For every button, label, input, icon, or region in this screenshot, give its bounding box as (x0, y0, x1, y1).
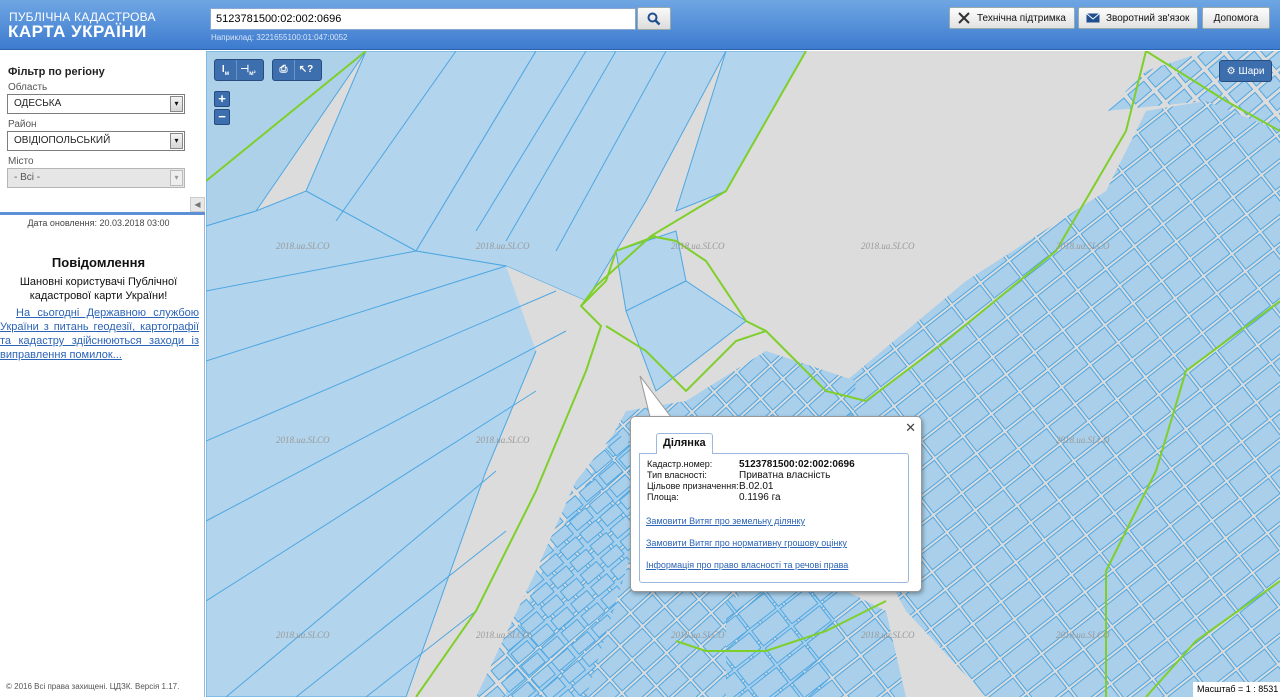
info-key: Кадастр.номер: (647, 459, 713, 469)
filter-title: Фільтр по регіону (8, 66, 105, 78)
tools-icon (958, 12, 970, 24)
search-icon (647, 12, 661, 25)
gear-icon: ⚙ (1226, 65, 1236, 77)
pointer-help-icon[interactable]: ↖? (295, 60, 317, 80)
region-value: ОДЕСЬКА (14, 98, 62, 109)
city-value: - Всі - (14, 172, 41, 183)
svg-text:2018.ua.SLCO: 2018.ua.SLCO (476, 435, 530, 445)
notice-text: Шановні користувачі Публічної кадастрово… (19, 276, 178, 302)
info-value: 5123781500:02:002:0696 (739, 459, 855, 470)
info-row-purpose: Цільове призначення:В.02.01 (647, 481, 773, 492)
copyright: © 2016 Всі права захищені. ЦДЗК. Версія … (6, 682, 180, 691)
svg-text:2018.ua.SLCO: 2018.ua.SLCO (671, 241, 725, 251)
header-bar: ПУБЛІЧНА КАДАСТРОВА КАРТА УКРАЇНИ Наприк… (0, 0, 1280, 50)
info-row-area: Площа: 0.1196 га (647, 492, 781, 503)
zoom-out-button[interactable]: − (214, 109, 230, 125)
parcel-info-popup: ✕ Ділянка Кадастр.номер: 5123781500:02:00… (630, 416, 922, 592)
svg-text:2018.ua.SLCO: 2018.ua.SLCO (861, 241, 915, 251)
zoom-in-button[interactable]: + (214, 91, 230, 107)
svg-text:2018.ua.SLCO: 2018.ua.SLCO (1056, 630, 1110, 640)
cadastral-map[interactable]: 2018.ua.SLCO 2018.ua.SLCO 2018.ua.SLCO 2… (206, 51, 1280, 697)
info-value: В.02.01 (739, 481, 774, 492)
svg-text:2018.ua.SLCO: 2018.ua.SLCO (276, 435, 330, 445)
envelope-icon (1086, 13, 1100, 23)
update-date: Дата оновлення: 20.03.2018 03:00 (27, 218, 170, 228)
chevron-down-icon: ▾ (170, 170, 183, 186)
ownership-info-link[interactable]: Інформація про право власності та речові… (646, 560, 848, 570)
svg-text:2018.ua.SLCO: 2018.ua.SLCO (1056, 241, 1110, 251)
measure-area-icon[interactable]: ⊣м² (237, 60, 259, 80)
district-label: Район (8, 119, 37, 130)
measure-length-icon[interactable]: Iм (215, 60, 237, 80)
layers-button[interactable]: ⚙ Шари (1219, 60, 1272, 82)
logo-line2: КАРТА УКРАЇНИ (8, 22, 147, 41)
svg-text:2018.ua.SLCO: 2018.ua.SLCO (1056, 435, 1110, 445)
region-filter-panel: Фільтр по регіону Область ОДЕСЬКА ▾ Райо… (0, 51, 205, 215)
collapse-sidebar-button[interactable]: ◀ (190, 197, 205, 212)
info-key: Тип власності: (647, 470, 707, 480)
search-button[interactable] (637, 7, 671, 30)
info-key: Цільове призначення: (647, 481, 739, 491)
info-row-cadastral: Кадастр.номер: 5123781500:02:002:0696 (647, 459, 855, 470)
cadastral-search-input[interactable] (210, 8, 636, 30)
info-value: 0.1196 га (739, 492, 781, 503)
help-label: Допомога (1213, 12, 1259, 24)
city-label: Місто (8, 156, 34, 167)
district-select[interactable]: ОВІДІОПОЛЬСЬКИЙ ▾ (7, 131, 185, 151)
order-extract-link[interactable]: Замовити Витяг про земельну ділянку (646, 516, 805, 526)
chevron-down-icon: ▾ (170, 96, 183, 112)
chevron-left-icon: ◀ (194, 200, 201, 209)
feedback-label: Зворотний зв'язок (1106, 12, 1190, 24)
info-row-ownership: Тип власності: Приватна власність (647, 470, 830, 481)
order-valuation-link[interactable]: Замовити Витяг про нормативну грошову оц… (646, 538, 847, 548)
svg-text:2018.ua.SLCO: 2018.ua.SLCO (476, 241, 530, 251)
info-value: Приватна власність (739, 470, 831, 481)
print-icon[interactable]: ⎙ (273, 60, 295, 80)
district-value: ОВІДІОПОЛЬСЬКИЙ (14, 135, 111, 146)
region-label: Область (8, 82, 48, 93)
utility-toolbar: ⎙ ↖? (272, 59, 322, 81)
svg-text:2018.ua.SLCO: 2018.ua.SLCO (476, 630, 530, 640)
support-label: Технічна підтримка (977, 12, 1066, 24)
scale-readout: Масштаб = 1 : 8531 (1193, 682, 1280, 697)
layers-label: Шари (1238, 65, 1265, 77)
svg-text:2018.ua.SLCO: 2018.ua.SLCO (861, 630, 915, 640)
close-icon[interactable]: ✕ (905, 420, 916, 436)
svg-text:2018.ua.SLCO: 2018.ua.SLCO (671, 630, 725, 640)
svg-text:2018.ua.SLCO: 2018.ua.SLCO (276, 241, 330, 251)
feedback-button[interactable]: Зворотний зв'язок (1078, 7, 1198, 29)
region-select[interactable]: ОДЕСЬКА ▾ (7, 94, 185, 114)
support-button[interactable]: Технічна підтримка (949, 7, 1075, 29)
svg-text:2018.ua.SLCO: 2018.ua.SLCO (276, 630, 330, 640)
measure-toolbar: Iм ⊣м² (214, 59, 264, 81)
parcel-layer: 2018.ua.SLCO 2018.ua.SLCO 2018.ua.SLCO 2… (206, 51, 1280, 697)
notice-title: Повідомлення (51, 255, 146, 270)
help-button[interactable]: Допомога (1202, 7, 1270, 29)
notice-link[interactable]: На сьогодні Державною службою України з … (0, 306, 199, 362)
city-select[interactable]: - Всі - ▾ (7, 168, 185, 188)
tab-parcel[interactable]: Ділянка (656, 433, 713, 454)
sidebar: Фільтр по регіону Область ОДЕСЬКА ▾ Райо… (0, 51, 205, 697)
search-hint: Наприклад: 3221655100:01:047:0052 (211, 33, 348, 42)
chevron-down-icon: ▾ (170, 133, 183, 149)
popup-body: Кадастр.номер: 5123781500:02:002:0696 Тип… (639, 453, 909, 583)
info-key: Площа: (647, 492, 679, 502)
